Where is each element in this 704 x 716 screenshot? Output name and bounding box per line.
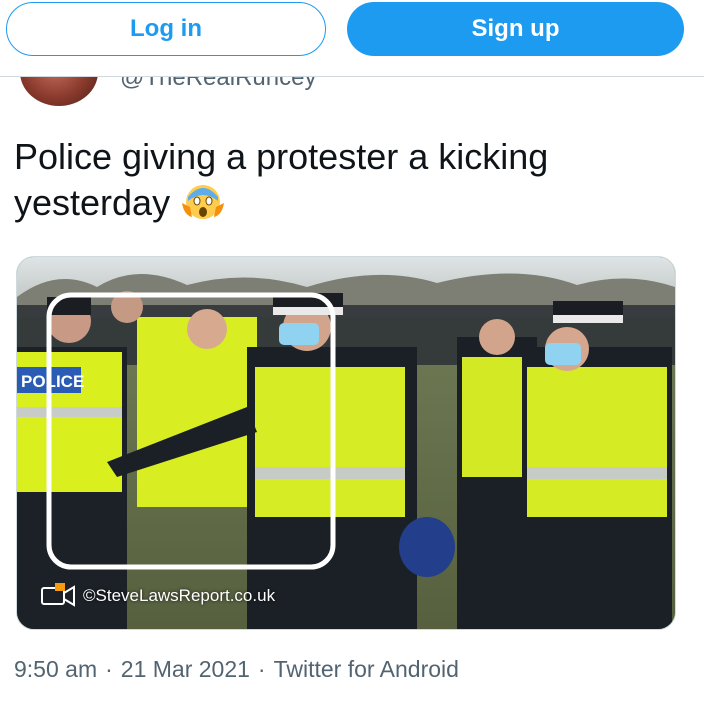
svg-text:POLICE: POLICE: [21, 372, 84, 391]
login-button[interactable]: Log in: [6, 2, 326, 56]
tweet-source[interactable]: Twitter for Android: [274, 656, 459, 683]
top-bar: Log in Sign up: [0, 0, 704, 77]
police-scene-image: POLICE: [17, 257, 675, 629]
meta-separator: ·: [257, 656, 266, 682]
video-camera-icon: [41, 583, 75, 607]
meta-separator: ·: [105, 656, 113, 682]
tweet-text-content: Police giving a protester a kicking yest…: [14, 136, 549, 223]
tweet-meta: 9:50 am · 21 Mar 2021 · Twitter for Andr…: [14, 656, 459, 683]
face-screaming-in-fear-emoji: [182, 185, 225, 219]
signup-button[interactable]: Sign up: [347, 2, 684, 56]
tweet-media-video[interactable]: POLICE ©SteveLawsReport.co.uk: [16, 256, 676, 630]
tweet-text: Police giving a protester a kicking yest…: [14, 134, 674, 226]
tweet-date[interactable]: 21 Mar 2021: [121, 656, 250, 683]
watermark-text: ©SteveLawsReport.co.uk: [83, 586, 276, 605]
tweet-time[interactable]: 9:50 am: [14, 656, 97, 683]
media-watermark: ©SteveLawsReport.co.uk: [41, 582, 275, 610]
